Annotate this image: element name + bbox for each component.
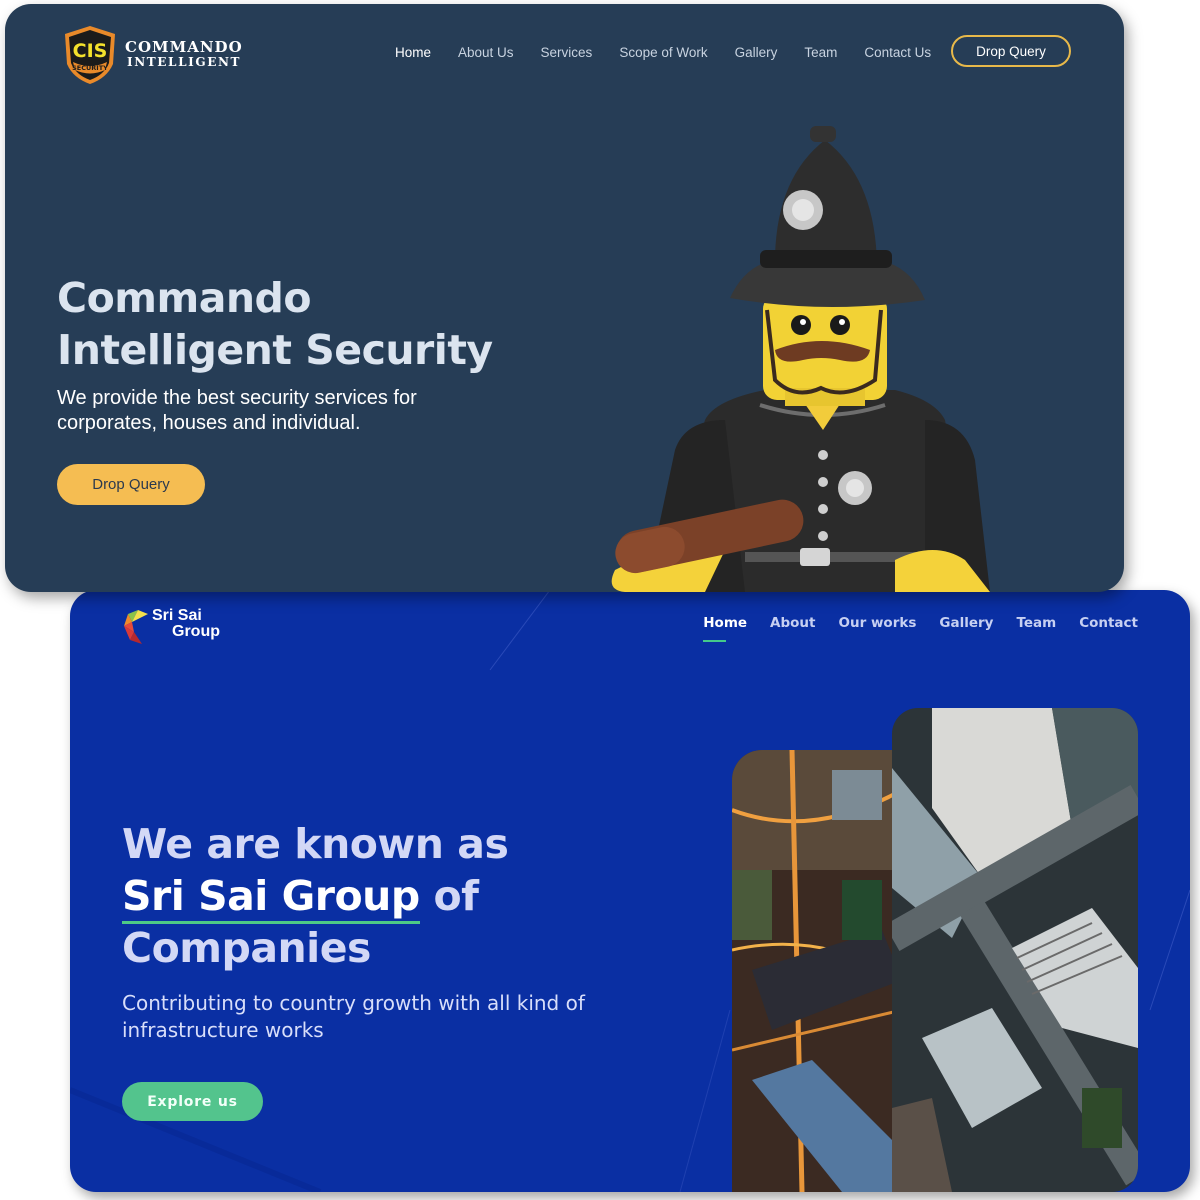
nav-gallery[interactable]: Gallery xyxy=(939,615,993,631)
commando-website-card: CIS SECURITY COMMANDO INTELLIGENT Home A… xyxy=(5,4,1124,592)
badge-text: CIS xyxy=(73,40,108,62)
hero-subtitle: We provide the best security services fo… xyxy=(57,386,477,436)
lego-police-figure-image xyxy=(611,126,990,592)
nav-drop-query-button[interactable]: Drop Query xyxy=(951,35,1071,67)
nav-home[interactable]: Home xyxy=(395,45,431,60)
logo-line2: Group xyxy=(172,623,220,640)
hero-title: Commando Intelligent Security xyxy=(57,272,493,376)
nav-our-works[interactable]: Our works xyxy=(839,615,917,631)
nav-contact[interactable]: Contact xyxy=(1079,615,1138,631)
aerial-city-intersection-image xyxy=(892,708,1138,1192)
nav-scope-of-work[interactable]: Scope of Work xyxy=(619,45,707,60)
commando-nav: Home About Us Services Scope of Work Gal… xyxy=(395,45,958,60)
hero-subtitle-line2: infrastructure works xyxy=(122,1018,324,1042)
logo-line2: INTELLIGENT xyxy=(127,55,242,69)
aerial-city-night-image xyxy=(732,750,902,1192)
hero-subtitle-line1: We provide the best security services fo… xyxy=(57,387,417,409)
hero-title-line1: Commando xyxy=(57,274,312,322)
sri-sai-nav: Home About Our works Gallery Team Contac… xyxy=(680,615,1138,642)
nav-contact-us[interactable]: Contact Us xyxy=(864,45,931,60)
hero-drop-query-button[interactable]: Drop Query xyxy=(57,464,205,505)
nav-services[interactable]: Services xyxy=(541,45,593,60)
hero-subtitle: Contributing to country growth with all … xyxy=(122,990,662,1044)
logo-line1: COMMANDO xyxy=(125,38,243,56)
hero-title: We are known as Sri Sai Group of Compani… xyxy=(122,818,509,974)
sri-sai-logo-mark-icon xyxy=(124,610,148,644)
nav-gallery[interactable]: Gallery xyxy=(735,45,778,60)
nav-about-us[interactable]: About Us xyxy=(458,45,514,60)
logo-line1: Sri Sai xyxy=(152,607,202,624)
nav-team[interactable]: Team xyxy=(1016,615,1056,631)
explore-us-button[interactable]: Explore us xyxy=(122,1082,263,1121)
hero-title-line1: We are known as xyxy=(122,820,509,868)
nav-team[interactable]: Team xyxy=(804,45,837,60)
hero-title-line2: Intelligent Security xyxy=(57,326,493,374)
nav-home[interactable]: Home xyxy=(703,615,747,642)
nav-about[interactable]: About xyxy=(770,615,815,631)
hero-title-line3: Companies xyxy=(122,924,371,972)
hero-subtitle-line1: Contributing to country growth with all … xyxy=(122,991,585,1015)
badge-subtext: SECURITY xyxy=(72,64,108,72)
hero-subtitle-line2: corporates, houses and individual. xyxy=(57,412,361,434)
hero-title-highlight: Sri Sai Group xyxy=(122,872,420,920)
security-shield-icon: CIS SECURITY xyxy=(65,26,115,84)
commando-logo[interactable]: CIS SECURITY COMMANDO INTELLIGENT xyxy=(61,24,243,86)
sri-sai-logo[interactable]: Sri Sai Group xyxy=(122,608,220,644)
hero-title-line2-rest: of xyxy=(419,872,479,920)
sri-sai-website-card: Sri Sai Group Home About Our works Galle… xyxy=(70,590,1190,1192)
